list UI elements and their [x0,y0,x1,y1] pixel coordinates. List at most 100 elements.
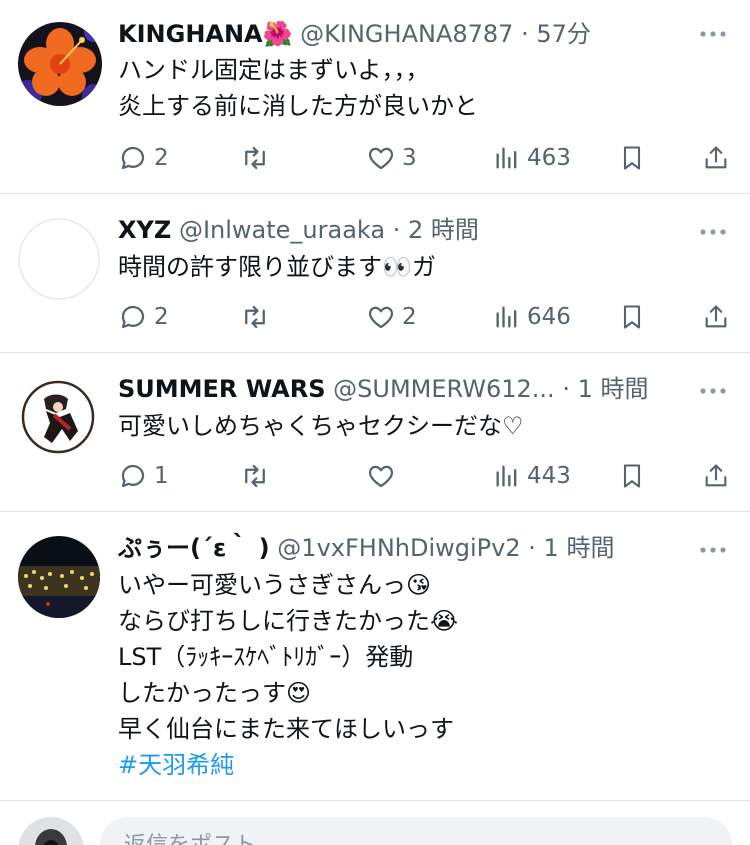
blank-avatar-image [18,218,100,300]
retweet-icon [245,464,265,488]
bookmark-button[interactable] [618,141,646,175]
display-name[interactable]: KINGHANA🌺 [118,20,293,48]
action-bar: 2 3 463 [118,141,732,175]
retweet-button[interactable] [240,141,276,175]
avatar[interactable] [18,536,100,618]
tweet-header: KINGHANA🌺 @KINGHANA8787 · 57分 [118,16,680,52]
tweet-line: LST（ﾗｯｷｰｽｹﾍﾞﾄﾘｶﾞｰ）発動 [118,643,414,671]
tweet-line: 時間の許す限り並びます👀ガ [118,253,436,281]
views-button[interactable]: 463 [493,141,571,175]
timestamp[interactable]: 57分 [536,20,591,48]
tweet-3[interactable]: SUMMER WARS @SUMMERW612... · 1 時間 可愛いしめち… [0,353,750,512]
tweet-1[interactable]: KINGHANA🌺 @KINGHANA8787 · 57分 ハンドル固定はまずい… [0,0,750,194]
tweet-line: 早く仙台にまた来てほしいっす [118,715,454,743]
like-button[interactable]: 2 [366,300,417,334]
retweet-icon [245,146,265,170]
user-handle[interactable]: @SUMMERW612... [333,375,555,403]
like-count: 2 [402,304,417,330]
views-button[interactable]: 443 [493,459,571,493]
views-bars-icon [496,306,517,328]
heart-icon [368,147,394,170]
hashtag-link[interactable]: #天羽希純 [118,747,738,783]
tweet-header: SUMMER WARS @SUMMERW612... · 1 時間 [118,371,680,407]
display-name[interactable]: ぷぅー(´ε｀ ) [118,534,270,562]
bookmark-button[interactable] [618,459,646,493]
reply-bubble-icon [121,464,145,488]
tweet-line: 炎上する前に消した方が良いかと [118,92,478,120]
user-handle[interactable]: @KINGHANA8787 [300,20,513,48]
views-bars-icon [496,147,517,169]
timestamp[interactable]: 1 時間 [578,375,649,403]
hibiscus-avatar-image [18,22,102,106]
reply-count: 2 [154,145,169,171]
tweet-4[interactable]: ぷぅー(´ε｀ ) @1vxFHNhDiwgiPv2 · 1 時間 いやー可愛い… [0,512,750,801]
separator: · [528,534,536,562]
character-avatar-image [18,377,98,457]
tweet-line: いやー可愛いうさぎさんっ😘 [118,571,432,599]
user-handle[interactable]: @Inlwate_uraaka [179,216,385,244]
current-user-avatar[interactable] [18,817,84,845]
separator: · [521,20,529,48]
tweet-header: XYZ @Inlwate_uraaka · 2 時間 [118,212,680,248]
more-dots-icon[interactable] [698,24,728,44]
action-bar: 2 2 646 [118,300,732,334]
share-button[interactable] [702,300,730,334]
view-count: 646 [527,304,571,330]
reply-button[interactable]: 2 [118,141,169,175]
tweet-text: ハンドル固定はまずいよ，，， 炎上する前に消した方が良いかと [118,52,738,124]
share-icon [705,146,727,169]
reply-button[interactable]: 2 [118,300,169,334]
retweet-icon [245,305,265,329]
avatar[interactable] [18,22,102,106]
bookmark-icon [623,464,641,488]
reply-input[interactable] [100,817,732,845]
reply-bubble-icon [121,146,145,170]
views-button[interactable]: 646 [493,300,571,334]
reply-count: 2 [154,304,169,330]
timestamp[interactable]: 2 時間 [408,216,479,244]
like-button[interactable] [366,459,402,493]
retweet-button[interactable] [240,300,276,334]
hooded-figure-image [18,817,84,845]
tweet-line: 可愛いしめちゃくちゃセクシーだな♡ [118,412,524,440]
reply-bubble-icon [121,305,145,329]
tweet-line: ならび打ちしに行きたかった😭 [118,607,459,635]
tweet-header: ぷぅー(´ε｀ ) @1vxFHNhDiwgiPv2 · 1 時間 [118,530,680,566]
more-dots-icon[interactable] [698,540,728,560]
bookmark-icon [623,305,641,329]
timestamp[interactable]: 1 時間 [544,534,615,562]
display-name[interactable]: SUMMER WARS [118,375,326,403]
share-button[interactable] [702,459,730,493]
view-count: 443 [527,463,571,489]
heart-icon [368,306,394,329]
avatar[interactable] [18,218,100,300]
views-bars-icon [496,465,517,487]
like-button[interactable]: 3 [366,141,417,175]
tweet-text: 可愛いしめちゃくちゃセクシーだな♡ [118,408,738,444]
heart-icon [368,465,394,488]
reply-count: 1 [154,463,169,489]
share-icon [705,305,727,328]
tweet-line: ハンドル固定はまずいよ，，， [118,56,430,84]
share-icon [705,464,727,487]
action-bar: 1 443 [118,459,732,493]
tweet-line: したかったっす😍 [118,679,312,707]
reply-composer [0,801,750,845]
tweet-text: いやー可愛いうさぎさんっ😘 ならび打ちしに行きたかった😭 LST（ﾗｯｷｰｽｹﾍ… [118,567,738,783]
avatar[interactable] [18,377,98,457]
separator: · [562,375,570,403]
more-dots-icon[interactable] [698,381,728,401]
tweet-text: 時間の許す限り並びます👀ガ [118,249,738,285]
bookmark-button[interactable] [618,300,646,334]
more-dots-icon[interactable] [698,222,728,242]
bookmark-icon [623,146,641,170]
share-button[interactable] [702,141,730,175]
display-name[interactable]: XYZ [118,216,171,244]
like-count: 3 [402,145,417,171]
retweet-button[interactable] [240,459,276,493]
tweet-2[interactable]: XYZ @Inlwate_uraaka · 2 時間 時間の許す限り並びます👀ガ… [0,194,750,353]
illumination-avatar-image [18,536,100,618]
reply-button[interactable]: 1 [118,459,169,493]
separator: · [392,216,401,244]
user-handle[interactable]: @1vxFHNhDiwgiPv2 [277,534,520,562]
